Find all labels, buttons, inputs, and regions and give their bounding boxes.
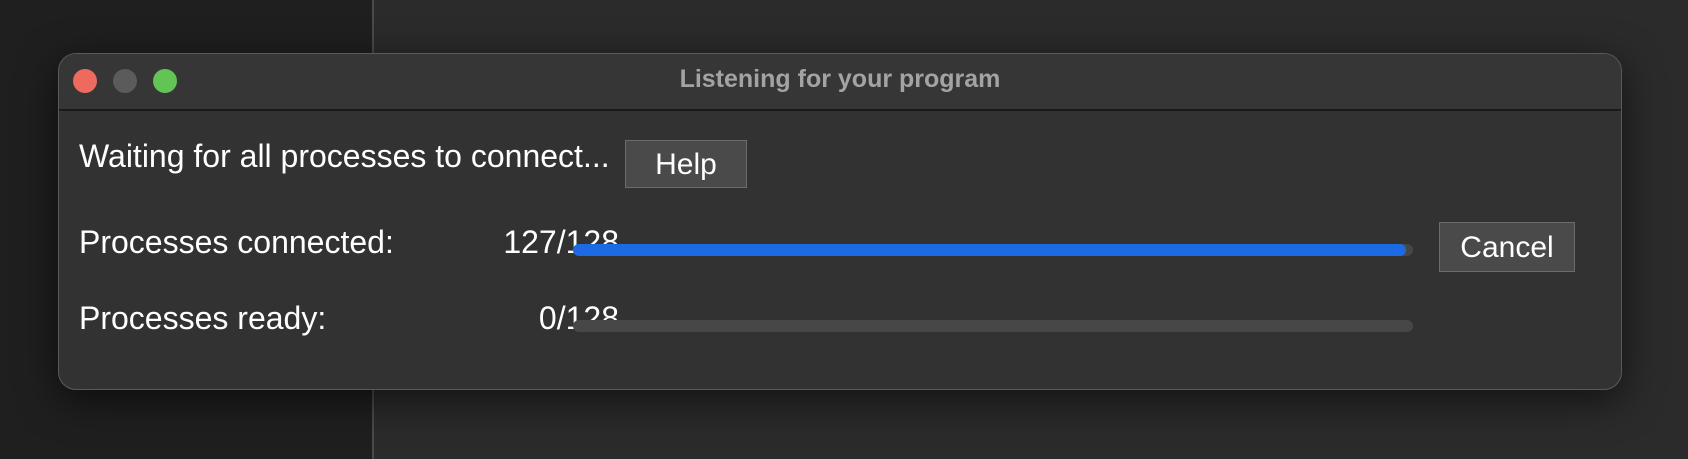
cancel-button[interactable]: Cancel <box>1439 222 1575 272</box>
title-bar: Listening for your program <box>59 54 1621 111</box>
ready-label: Processes ready: <box>79 300 327 336</box>
help-button[interactable]: Help <box>625 140 747 188</box>
connected-label: Processes connected: <box>79 224 394 260</box>
listening-dialog: Listening for your program Waiting for a… <box>58 53 1622 390</box>
ready-progress-bar <box>573 320 1413 332</box>
window-title: Listening for your program <box>679 65 1001 93</box>
status-message: Waiting for all processes to connect... <box>79 138 610 174</box>
connected-progress-bar <box>573 244 1413 256</box>
connected-progress-fill <box>573 244 1407 256</box>
